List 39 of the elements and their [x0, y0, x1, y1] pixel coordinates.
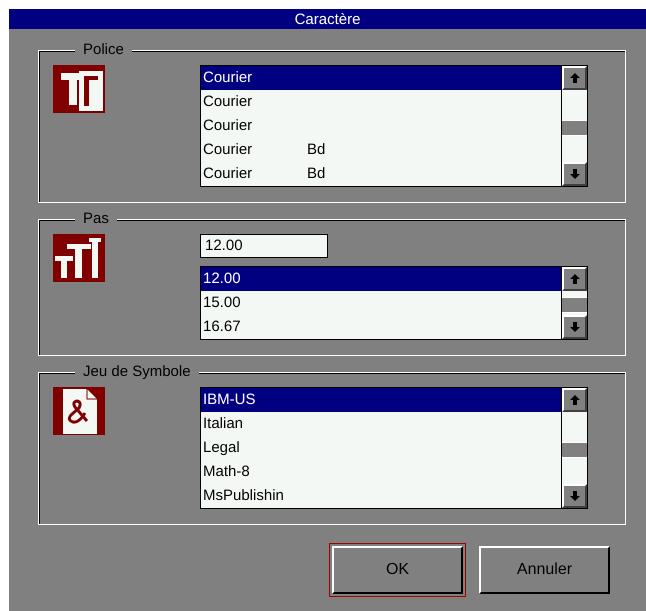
list-item[interactable]: IBM-US	[201, 388, 561, 412]
up-arrow-icon	[568, 72, 580, 84]
scroll-up-button[interactable]	[562, 388, 587, 412]
scroll-thumb[interactable]	[562, 297, 587, 313]
scroll-thumb[interactable]	[562, 442, 587, 458]
down-arrow-icon	[568, 168, 580, 180]
scrollbar[interactable]	[561, 267, 587, 339]
list-item[interactable]: 12.00	[201, 267, 561, 291]
letters-icon	[53, 234, 105, 282]
list-item[interactable]: MsPublishin	[201, 484, 561, 508]
scroll-down-button[interactable]	[562, 162, 587, 186]
pitch-field[interactable]: 12.00	[200, 234, 328, 258]
scroll-down-button[interactable]	[562, 484, 587, 508]
scrollbar[interactable]	[561, 66, 587, 186]
list-item[interactable]: Courier	[201, 66, 561, 90]
dialog-button[interactable]: Annuler	[479, 546, 610, 594]
list-item[interactable]: Courier Bd	[201, 138, 561, 162]
ampersand-page-icon	[53, 387, 105, 435]
down-arrow-icon	[568, 321, 580, 333]
up-arrow-icon	[568, 273, 580, 285]
scroll-up-button[interactable]	[562, 66, 587, 90]
list-item[interactable]: 15.00	[201, 291, 561, 315]
scrollbar[interactable]	[561, 388, 587, 508]
list-item[interactable]: Courier	[201, 114, 561, 138]
list-item[interactable]: Math-8	[201, 460, 561, 484]
dialog-button[interactable]: OK	[332, 546, 463, 594]
letter-t-icon	[53, 65, 105, 113]
list-item[interactable]: Courier Bd	[201, 162, 561, 186]
list-item[interactable]: Legal	[201, 436, 561, 460]
scroll-up-button[interactable]	[562, 267, 587, 291]
scroll-thumb[interactable]	[562, 120, 587, 136]
list-item[interactable]: Italian	[201, 412, 561, 436]
list-item[interactable]: Courier	[201, 90, 561, 114]
window-title: Caractère	[294, 10, 360, 28]
scroll-down-button[interactable]	[562, 315, 587, 339]
down-arrow-icon	[568, 490, 580, 502]
up-arrow-icon	[568, 394, 580, 406]
list-item[interactable]: 16.67	[201, 315, 561, 339]
group-label: Jeu de Symbole	[75, 363, 199, 381]
